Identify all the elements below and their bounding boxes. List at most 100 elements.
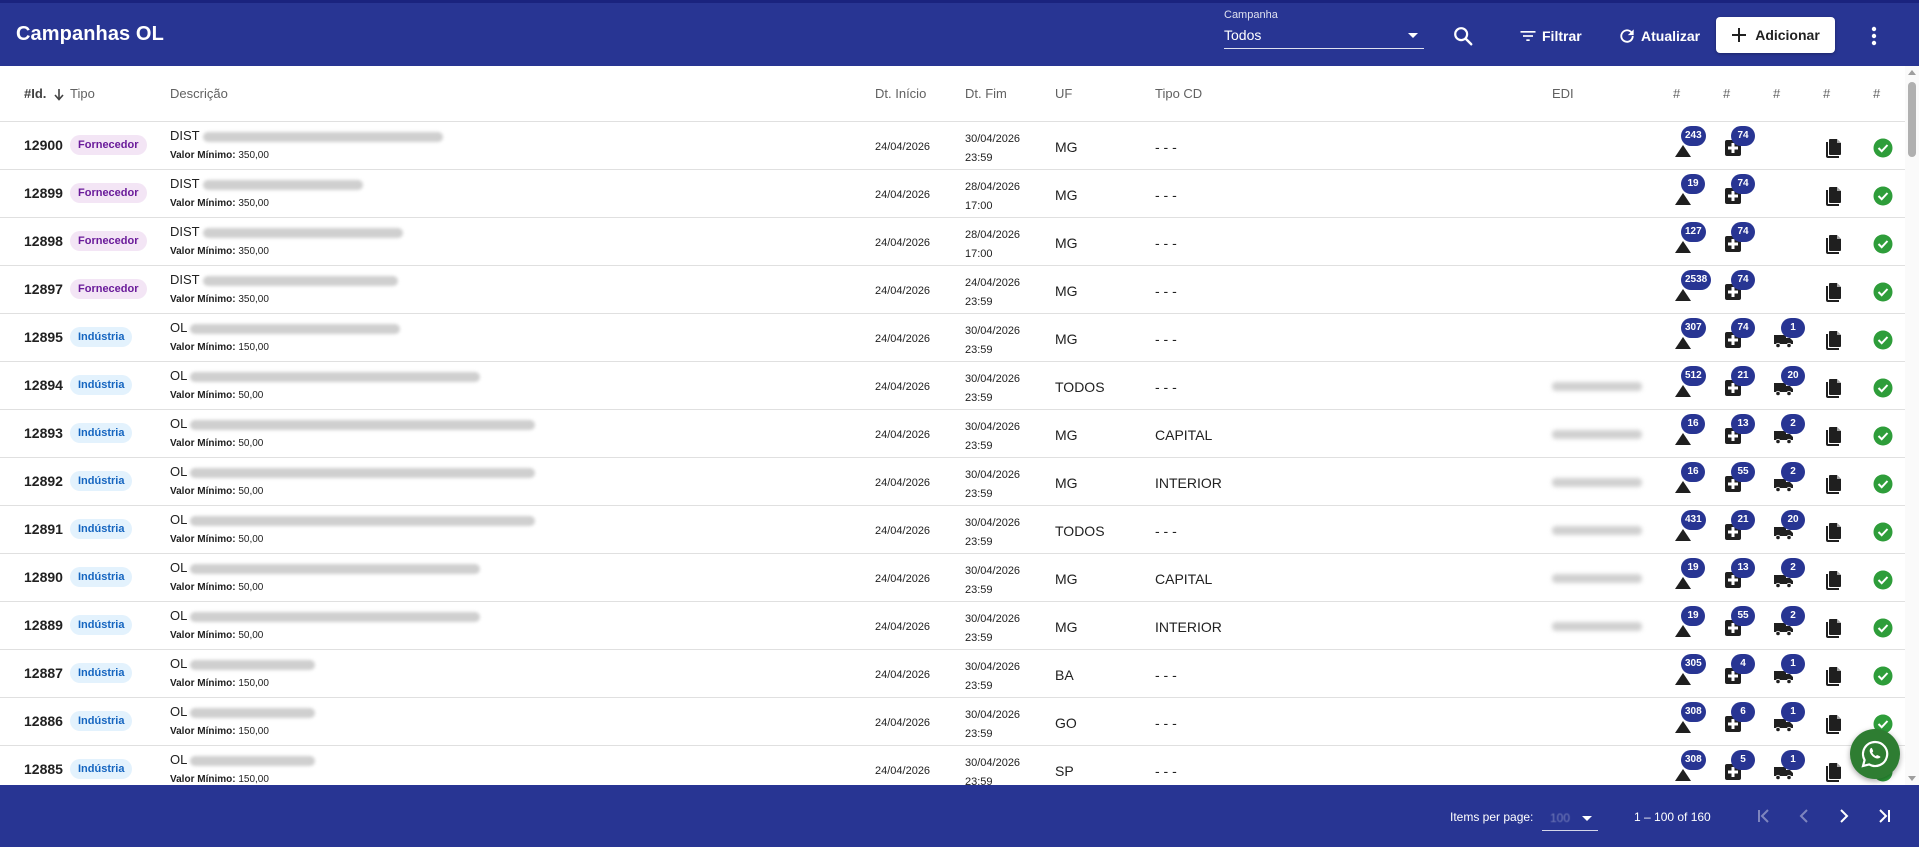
column-header-uf[interactable]: UF xyxy=(1055,86,1072,101)
products-icon-button[interactable]: 21 xyxy=(1723,366,1755,398)
products-icon-button[interactable]: 55 xyxy=(1723,462,1755,494)
audience-icon-button[interactable]: 16 xyxy=(1673,414,1705,446)
scroll-down-icon[interactable] xyxy=(1908,776,1916,781)
copy-button[interactable] xyxy=(1823,618,1843,638)
distributors-icon-button[interactable]: 2 xyxy=(1773,462,1805,494)
products-icon-button[interactable]: 74 xyxy=(1723,222,1755,254)
scroll-up-icon[interactable] xyxy=(1908,70,1916,75)
table-row[interactable]: 12893 Indústria OL Valor Mínimo: 50,00 24/04… xyxy=(0,410,1905,458)
distributors-icon-button[interactable]: 20 xyxy=(1773,510,1805,542)
status-active[interactable] xyxy=(1873,426,1893,446)
status-active[interactable] xyxy=(1873,138,1893,158)
table-row[interactable]: 12900 Fornecedor DIST Valor Mínimo: 350,00 2… xyxy=(0,122,1905,170)
column-header-descricao[interactable]: Descrição xyxy=(170,86,228,101)
audience-icon-button[interactable]: 19 xyxy=(1673,558,1705,590)
copy-button[interactable] xyxy=(1823,378,1843,398)
refresh-button[interactable]: Atualizar xyxy=(1617,26,1700,46)
products-icon-button[interactable]: 5 xyxy=(1723,750,1755,782)
copy-button[interactable] xyxy=(1823,330,1843,350)
audience-icon-button[interactable]: 243 xyxy=(1673,126,1706,158)
products-icon-button[interactable]: 13 xyxy=(1723,558,1755,590)
status-active[interactable] xyxy=(1873,186,1893,206)
table-row[interactable]: 12889 Indústria OL Valor Mínimo: 50,00 24/04… xyxy=(0,602,1905,650)
table-row[interactable]: 12899 Fornecedor DIST Valor Mínimo: 350,00 2… xyxy=(0,170,1905,218)
next-page-button[interactable] xyxy=(1832,804,1856,828)
distributors-icon-button[interactable]: 1 xyxy=(1773,318,1805,350)
filter-button[interactable]: Filtrar xyxy=(1518,26,1582,46)
column-header-tipo-cd[interactable]: Tipo CD xyxy=(1155,86,1202,101)
audience-icon-button[interactable]: 431 xyxy=(1673,510,1706,542)
copy-button[interactable] xyxy=(1823,282,1843,302)
distributors-icon-button[interactable]: 1 xyxy=(1773,750,1805,782)
status-active[interactable] xyxy=(1873,330,1893,350)
table-row[interactable]: 12885 Indústria OL Valor Mínimo: 150,00 24/0… xyxy=(0,746,1905,785)
copy-button[interactable] xyxy=(1823,138,1843,158)
audience-icon-button[interactable]: 305 xyxy=(1673,654,1706,686)
add-button[interactable]: Adicionar xyxy=(1716,17,1835,53)
table-row[interactable]: 12891 Indústria OL Valor Mínimo: 50,00 24/04… xyxy=(0,506,1905,554)
audience-icon-button[interactable]: 16 xyxy=(1673,462,1705,494)
vertical-scrollbar[interactable] xyxy=(1905,66,1919,785)
distributors-icon-button[interactable]: 2 xyxy=(1773,414,1805,446)
distributors-icon-button[interactable]: 20 xyxy=(1773,366,1805,398)
audience-icon-button[interactable]: 127 xyxy=(1673,222,1706,254)
audience-icon-button[interactable]: 19 xyxy=(1673,174,1705,206)
whatsapp-button[interactable] xyxy=(1850,729,1900,779)
copy-button[interactable] xyxy=(1823,762,1843,782)
column-header-dt-inicio[interactable]: Dt. Início xyxy=(875,86,926,101)
audience-icon-button[interactable]: 308 xyxy=(1673,750,1706,782)
products-icon-button[interactable]: 74 xyxy=(1723,126,1755,158)
products-icon-button[interactable]: 13 xyxy=(1723,414,1755,446)
products-icon-button[interactable]: 4 xyxy=(1723,654,1755,686)
column-header-tipo[interactable]: Tipo xyxy=(70,86,95,101)
copy-button[interactable] xyxy=(1823,234,1843,254)
copy-button[interactable] xyxy=(1823,714,1843,734)
copy-button[interactable] xyxy=(1823,522,1843,542)
items-per-page-select[interactable]: 100 xyxy=(1542,801,1598,831)
search-button[interactable] xyxy=(1450,23,1476,49)
scrollbar-thumb[interactable] xyxy=(1908,82,1916,157)
products-icon-button[interactable]: 21 xyxy=(1723,510,1755,542)
status-active[interactable] xyxy=(1873,378,1893,398)
table-row[interactable]: 12892 Indústria OL Valor Mínimo: 50,00 24/04… xyxy=(0,458,1905,506)
audience-icon-button[interactable]: 19 xyxy=(1673,606,1705,638)
table-row[interactable]: 12897 Fornecedor DIST Valor Mínimo: 350,00 2… xyxy=(0,266,1905,314)
audience-icon-button[interactable]: 307 xyxy=(1673,318,1706,350)
copy-button[interactable] xyxy=(1823,666,1843,686)
copy-button[interactable] xyxy=(1823,426,1843,446)
distributors-icon-button[interactable]: 2 xyxy=(1773,606,1805,638)
distributors-icon-button[interactable]: 2 xyxy=(1773,558,1805,590)
audience-icon-button[interactable]: 308 xyxy=(1673,702,1706,734)
copy-button[interactable] xyxy=(1823,570,1843,590)
status-active[interactable] xyxy=(1873,474,1893,494)
products-icon-button[interactable]: 55 xyxy=(1723,606,1755,638)
copy-button[interactable] xyxy=(1823,474,1843,494)
status-active[interactable] xyxy=(1873,570,1893,590)
column-header-edi[interactable]: EDI xyxy=(1552,86,1574,101)
table-row[interactable]: 12886 Indústria OL Valor Mínimo: 150,00 24/0… xyxy=(0,698,1905,746)
status-active[interactable] xyxy=(1873,282,1893,302)
status-active[interactable] xyxy=(1873,234,1893,254)
products-icon-button[interactable]: 74 xyxy=(1723,318,1755,350)
last-page-button[interactable] xyxy=(1872,804,1896,828)
distributors-icon-button[interactable]: 1 xyxy=(1773,702,1805,734)
table-row[interactable]: 12895 Indústria OL Valor Mínimo: 150,00 24/0… xyxy=(0,314,1905,362)
campanha-select[interactable]: Campanha Todos xyxy=(1224,7,1424,49)
audience-icon-button[interactable]: 512 xyxy=(1673,366,1706,398)
products-icon-button[interactable]: 74 xyxy=(1723,270,1755,302)
more-options-button[interactable] xyxy=(1862,23,1886,49)
status-active[interactable] xyxy=(1873,666,1893,686)
copy-button[interactable] xyxy=(1823,186,1843,206)
audience-icon-button[interactable]: 2538 xyxy=(1673,270,1712,302)
status-active[interactable] xyxy=(1873,522,1893,542)
table-row[interactable]: 12898 Fornecedor DIST Valor Mínimo: 350,00 2… xyxy=(0,218,1905,266)
status-active[interactable] xyxy=(1873,618,1893,638)
previous-page-button[interactable] xyxy=(1792,804,1816,828)
column-header-dt-fim[interactable]: Dt. Fim xyxy=(965,86,1007,101)
products-icon-button[interactable]: 74 xyxy=(1723,174,1755,206)
products-icon-button[interactable]: 6 xyxy=(1723,702,1755,734)
column-header-id[interactable]: #Id. xyxy=(24,86,46,101)
distributors-icon-button[interactable]: 1 xyxy=(1773,654,1805,686)
first-page-button[interactable] xyxy=(1752,804,1776,828)
table-row[interactable]: 12887 Indústria OL Valor Mínimo: 150,00 24/0… xyxy=(0,650,1905,698)
